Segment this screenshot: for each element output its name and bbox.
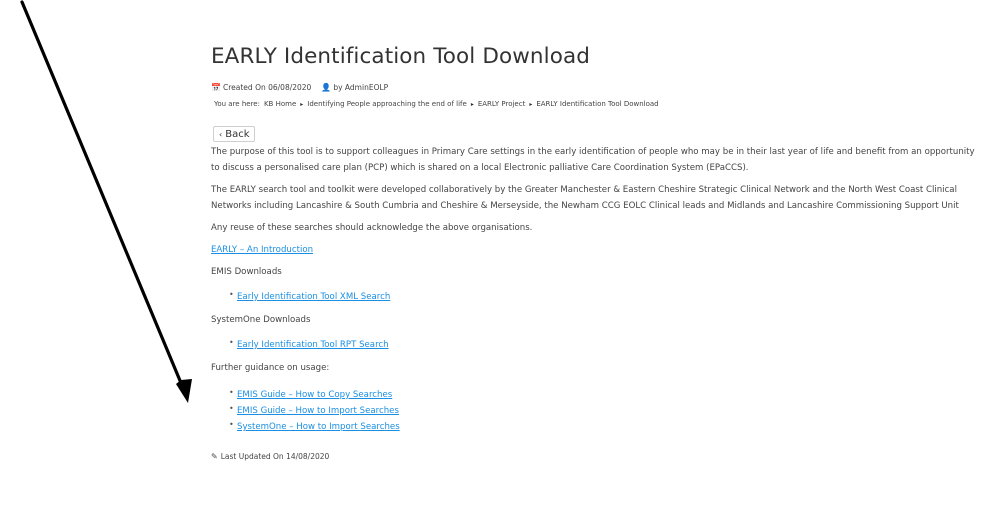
systemone-import-guide-link[interactable]: SystemOne – How to Import Searches bbox=[237, 422, 400, 432]
emis-downloads-label: EMIS Downloads bbox=[211, 267, 282, 277]
collaboration-paragraph: The EARLY search tool and toolkit were d… bbox=[211, 185, 959, 211]
article: EARLY Identification Tool Download 📅 Cre… bbox=[211, 40, 976, 461]
emis-import-guide-link[interactable]: EMIS Guide – How to Import Searches bbox=[237, 406, 399, 416]
breadcrumb-separator-icon: ▸ bbox=[529, 100, 533, 108]
list-item: EMIS Guide – How to Import Searches bbox=[229, 403, 976, 419]
breadcrumb-lead: You are here: bbox=[214, 100, 260, 108]
arrow-head bbox=[176, 379, 192, 403]
back-button[interactable]: ‹ Back bbox=[213, 126, 256, 142]
breadcrumb-separator-icon: ▸ bbox=[470, 100, 474, 108]
purpose-paragraph: The purpose of this tool is to support c… bbox=[211, 147, 975, 173]
list-item: SystemOne – How to Import Searches bbox=[229, 419, 976, 435]
back-button-label: Back bbox=[225, 128, 250, 140]
page-title: EARLY Identification Tool Download bbox=[211, 44, 590, 69]
breadcrumb-item-kb-home[interactable]: KB Home bbox=[264, 100, 296, 108]
author: by AdminEOLP bbox=[333, 82, 389, 92]
user-icon: 👤 bbox=[321, 82, 332, 92]
breadcrumb-item-current: EARLY Identification Tool Download bbox=[536, 100, 659, 108]
guidance-label: Further guidance on usage: bbox=[211, 363, 330, 373]
reuse-paragraph: Any reuse of these searches should ackno… bbox=[211, 223, 533, 233]
list-item: Early Identification Tool RPT Search bbox=[229, 337, 976, 353]
xml-search-link[interactable]: Early Identification Tool XML Search bbox=[237, 292, 390, 302]
last-updated: ✎ Last Updated On 14/08/2020 bbox=[211, 452, 976, 461]
rpt-search-link[interactable]: Early Identification Tool RPT Search bbox=[237, 340, 389, 350]
created-date: Created On 06/08/2020 bbox=[223, 82, 312, 92]
list-item: EMIS Guide – How to Copy Searches bbox=[229, 387, 976, 403]
edit-icon: ✎ bbox=[211, 452, 218, 461]
chevron-left-icon: ‹ bbox=[219, 129, 223, 139]
breadcrumb-item-identifying-people[interactable]: Identifying People approaching the end o… bbox=[307, 100, 467, 108]
guidance-list: EMIS Guide – How to Copy Searches EMIS G… bbox=[211, 387, 976, 435]
early-introduction-link[interactable]: EARLY – An Introduction bbox=[211, 242, 976, 258]
systemone-downloads-label: SystemOne Downloads bbox=[211, 315, 311, 325]
calendar-icon: 📅 bbox=[211, 82, 221, 92]
breadcrumb-item-early-project[interactable]: EARLY Project bbox=[478, 100, 526, 108]
last-updated-text: Last Updated On 14/08/2020 bbox=[220, 452, 330, 461]
systemone-downloads-list: Early Identification Tool RPT Search bbox=[211, 337, 976, 353]
emis-downloads-list: Early Identification Tool XML Search bbox=[211, 289, 976, 305]
emis-copy-guide-link[interactable]: EMIS Guide – How to Copy Searches bbox=[237, 390, 392, 400]
breadcrumb-separator-icon: ▸ bbox=[300, 100, 304, 108]
article-meta: 📅 Created On 06/08/2020 👤 by AdminEOLP bbox=[211, 81, 976, 93]
list-item: Early Identification Tool XML Search bbox=[229, 289, 976, 305]
arrow-line bbox=[20, 0, 188, 397]
breadcrumb: You are here: KB Home ▸ Identifying Peop… bbox=[214, 98, 976, 110]
